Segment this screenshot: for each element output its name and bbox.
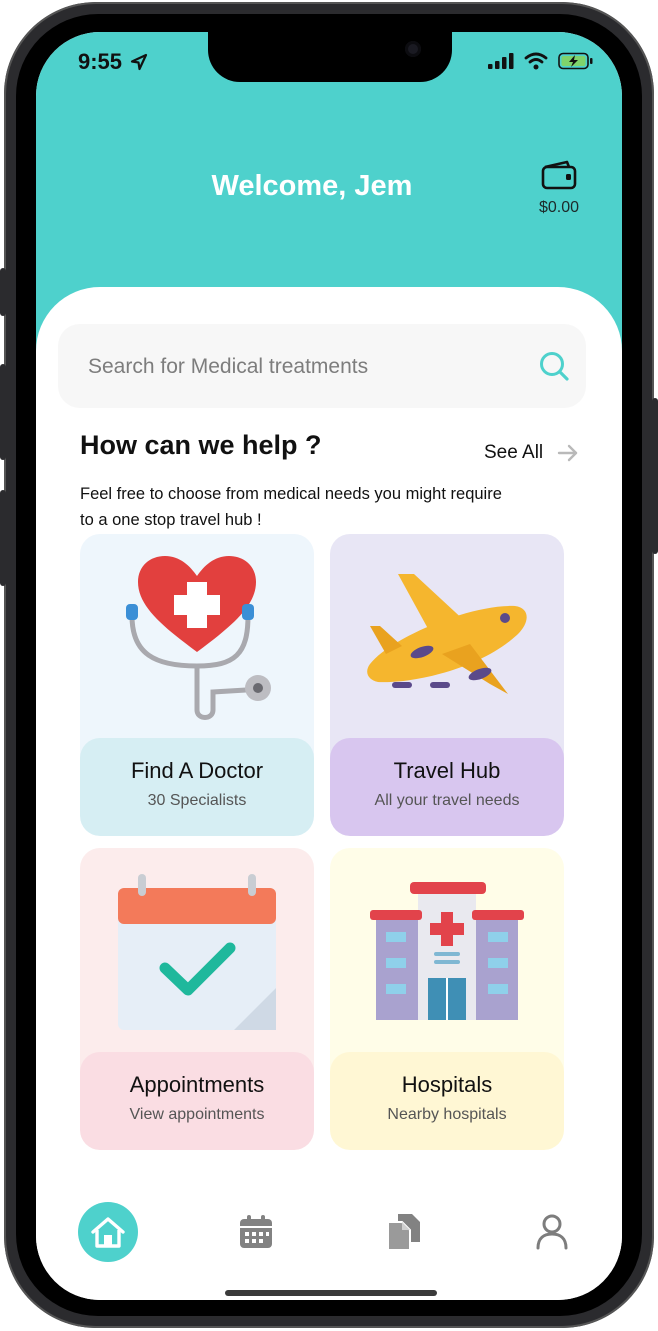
wallet-button[interactable]: $0.00: [530, 160, 588, 217]
welcome-title: Welcome, Jem: [211, 170, 413, 202]
card-subtitle: View appointments: [129, 1106, 265, 1123]
mute-switch: [0, 268, 6, 316]
hospital-building-icon: [370, 882, 524, 1020]
wallet-amount: $0.00: [538, 199, 580, 216]
volume-up-button: [0, 364, 6, 460]
stethoscope-heart-icon: [126, 556, 271, 720]
power-button: [652, 398, 658, 554]
arrow-right-icon: [557, 444, 578, 462]
card-subtitle: 30 Specialists: [147, 792, 247, 809]
wallet-icon: [541, 160, 577, 190]
card-label: Find A Doctor 30 Specialists: [80, 738, 314, 836]
search-icon[interactable]: [538, 350, 570, 382]
home-indicator[interactable]: [225, 1290, 437, 1296]
notch: [208, 32, 452, 82]
section-description: Feel free to choose from medical needs y…: [80, 485, 502, 529]
card-hospitals[interactable]: Hospitals Nearby hospitals: [330, 848, 564, 1150]
card-subtitle: All your travel needs: [374, 792, 520, 809]
section-title: How can we help ?: [80, 430, 322, 460]
card-label: Travel Hub All your travel needs: [330, 738, 564, 836]
card-subtitle: Nearby hospitals: [387, 1106, 507, 1123]
location-arrow-icon: [131, 53, 148, 71]
card-label: Hospitals Nearby hospitals: [330, 1052, 564, 1150]
see-all-link[interactable]: See All: [484, 442, 579, 464]
tab-bar: [36, 1202, 622, 1262]
documents-icon: [387, 1214, 420, 1251]
calendar-icon: [240, 1215, 272, 1248]
card-travel-hub[interactable]: Travel Hub All your travel needs: [330, 534, 564, 836]
card-title: Find A Doctor: [130, 758, 264, 783]
see-all-label: See All: [484, 442, 544, 463]
airplane-icon: [367, 574, 527, 694]
app-screen: 9:55 Welcome, Jem $0.00 Search for Medic…: [36, 32, 622, 1300]
calendar-check-icon: [118, 874, 276, 1030]
volume-down-button: [0, 490, 6, 586]
status-icons: [488, 52, 594, 70]
card-find-doctor[interactable]: Find A Doctor 30 Specialists: [80, 534, 314, 836]
tab-documents[interactable]: [374, 1202, 434, 1262]
home-icon: [91, 1217, 125, 1248]
tab-home[interactable]: [78, 1202, 138, 1262]
search-bar[interactable]: [58, 324, 586, 410]
search-input[interactable]: [86, 324, 530, 410]
card-title: Appointments: [129, 1072, 265, 1097]
card-title: Hospitals: [401, 1072, 493, 1097]
wifi-icon: [524, 52, 548, 70]
battery-charging-icon: [558, 52, 593, 70]
signal-icon: [488, 53, 514, 69]
card-title: Travel Hub: [393, 758, 501, 783]
card-label: Appointments View appointments: [80, 1052, 314, 1150]
profile-icon: [536, 1214, 568, 1250]
card-appointments[interactable]: Appointments View appointments: [80, 848, 314, 1150]
tab-calendar[interactable]: [226, 1202, 286, 1262]
status-time: 9:55: [78, 49, 148, 75]
tab-profile[interactable]: [522, 1202, 582, 1262]
camera: [405, 41, 421, 57]
